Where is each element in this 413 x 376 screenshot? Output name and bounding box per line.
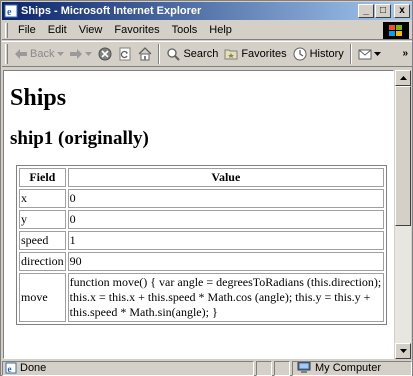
- value-cell: 90: [67, 252, 384, 271]
- favorites-label: Favorites: [241, 48, 287, 60]
- home-button[interactable]: [135, 43, 155, 65]
- home-icon: [139, 47, 152, 61]
- minimize-button[interactable]: _: [358, 4, 374, 18]
- field-cell: speed: [19, 231, 66, 250]
- history-icon: [293, 47, 307, 61]
- back-button[interactable]: Back: [12, 43, 67, 65]
- mail-button[interactable]: [355, 43, 384, 65]
- menu-tools[interactable]: Tools: [166, 24, 204, 36]
- windows-logo-icon: [383, 22, 409, 39]
- search-label: Search: [183, 48, 219, 60]
- mail-icon: [358, 49, 372, 60]
- standard-toolbar: Back Search Favorites History »: [2, 41, 412, 67]
- page-viewport[interactable]: Ships ship1 (originally) Field Value x 0…: [3, 70, 394, 359]
- menu-favorites[interactable]: Favorites: [108, 24, 165, 36]
- favorites-folder-icon: [224, 49, 238, 60]
- page-done-icon: e: [5, 362, 17, 374]
- menu-view[interactable]: View: [73, 24, 109, 36]
- section-title: ship1 (originally): [10, 128, 149, 149]
- column-header-field: Field: [19, 168, 66, 187]
- chevron-down-icon: [85, 52, 93, 56]
- menu-grip[interactable]: [5, 22, 8, 38]
- history-label: History: [309, 48, 344, 60]
- field-cell: x: [19, 189, 66, 208]
- column-header-value: Value: [67, 168, 384, 187]
- field-cell: direction: [19, 252, 66, 271]
- status-text: Done: [20, 362, 47, 374]
- scroll-down-button[interactable]: [395, 343, 411, 359]
- table-row: direction 90: [19, 252, 384, 271]
- status-panel: [274, 360, 290, 376]
- page-content: Ships ship1 (originally) Field Value x 0…: [4, 71, 393, 325]
- value-cell: 0: [67, 189, 384, 208]
- close-button[interactable]: x: [394, 4, 410, 18]
- table-row: move function move() { var angle = degre…: [19, 273, 384, 322]
- table-header-row: Field Value: [19, 168, 384, 187]
- svg-text:e: e: [7, 7, 12, 18]
- refresh-icon: [119, 47, 131, 61]
- stop-icon: [98, 47, 112, 61]
- favorites-button[interactable]: Favorites: [221, 43, 289, 65]
- stop-button[interactable]: [95, 43, 115, 65]
- window-title: Ships - Microsoft Internet Explorer: [21, 5, 202, 17]
- my-computer-icon: [297, 362, 311, 373]
- value-cell: 0: [67, 210, 384, 229]
- chevron-down-icon: [373, 52, 381, 56]
- ship-properties-table: Field Value x 0 y 0 speed 1 direction 90…: [16, 165, 387, 325]
- scroll-thumb[interactable]: [395, 86, 411, 226]
- vertical-scrollbar[interactable]: [395, 70, 411, 359]
- field-cell: y: [19, 210, 66, 229]
- search-icon: [167, 48, 181, 61]
- svg-text:e: e: [8, 364, 12, 374]
- chevron-down-icon: [57, 52, 65, 56]
- browser-window: e Ships - Microsoft Internet Explorer _ …: [0, 0, 413, 376]
- toolbar-overflow-chevron[interactable]: »: [402, 48, 408, 59]
- toolbar-grip[interactable]: [5, 44, 8, 64]
- arrow-down-icon: [399, 349, 407, 353]
- menu-edit[interactable]: Edit: [42, 24, 73, 36]
- arrow-up-icon: [399, 76, 407, 80]
- table-row: y 0: [19, 210, 384, 229]
- toolbar-separator: [158, 44, 161, 64]
- search-button[interactable]: Search: [163, 43, 221, 65]
- value-cell: function move() { var angle = degreesToR…: [67, 273, 384, 322]
- toolbar-separator: [349, 44, 352, 64]
- security-zone[interactable]: My Computer: [292, 360, 412, 376]
- menu-file[interactable]: File: [12, 24, 42, 36]
- scroll-up-button[interactable]: [395, 70, 411, 86]
- back-label: Back: [30, 48, 55, 60]
- status-message: e Done: [2, 360, 254, 376]
- table-row: speed 1: [19, 231, 384, 250]
- maximize-button[interactable]: □: [375, 4, 391, 18]
- security-zone-label: My Computer: [315, 362, 382, 374]
- refresh-button[interactable]: [115, 43, 135, 65]
- table-row: x 0: [19, 189, 384, 208]
- page-title: Ships: [10, 85, 67, 111]
- history-button[interactable]: History: [290, 43, 347, 65]
- status-bar: e Done My Computer: [2, 360, 412, 376]
- value-cell: 1: [67, 231, 384, 250]
- status-panel: [256, 360, 272, 376]
- back-arrow-icon: [15, 49, 27, 59]
- forward-button[interactable]: [67, 43, 95, 65]
- ie-page-icon: e: [4, 4, 18, 18]
- menu-help[interactable]: Help: [203, 24, 238, 36]
- field-cell: move: [19, 273, 66, 322]
- forward-arrow-icon: [70, 49, 83, 59]
- title-bar[interactable]: e Ships - Microsoft Internet Explorer _ …: [2, 2, 412, 20]
- menu-bar: File Edit View Favorites Tools Help: [2, 21, 412, 40]
